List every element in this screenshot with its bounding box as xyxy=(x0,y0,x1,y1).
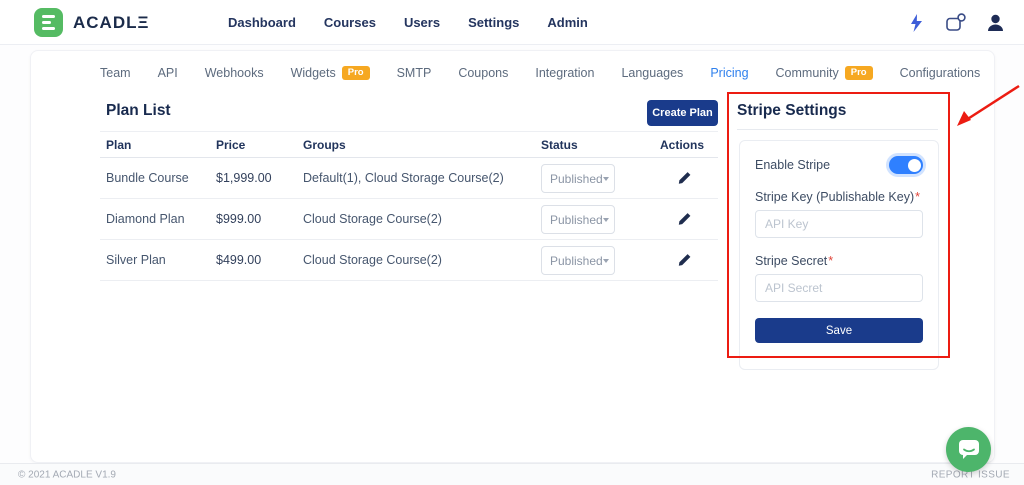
required-marker: * xyxy=(828,254,833,268)
stripe-key-input[interactable] xyxy=(755,210,923,238)
edit-plan-button[interactable] xyxy=(678,213,691,226)
plan-groups: Cloud Storage Course(2) xyxy=(303,253,442,267)
pencil-icon xyxy=(678,254,691,267)
stripe-settings-card: Enable Stripe Stripe Key (Publishable Ke… xyxy=(739,140,939,370)
nav-item-admin[interactable]: Admin xyxy=(547,15,587,30)
status-dropdown[interactable]: Published xyxy=(541,246,615,275)
brand-name: ACADLΞ xyxy=(73,13,149,33)
account-icon[interactable] xyxy=(987,14,1004,32)
brand-logo[interactable]: ACADLΞ xyxy=(34,8,149,37)
enable-stripe-toggle[interactable] xyxy=(889,156,923,174)
stripe-secret-input[interactable] xyxy=(755,274,923,302)
nav-item-users[interactable]: Users xyxy=(404,15,440,30)
col-header-plan: Plan xyxy=(106,138,131,152)
chat-launcher-button[interactable] xyxy=(946,427,991,472)
pro-badge: Pro xyxy=(845,66,873,80)
status-dropdown[interactable]: Published xyxy=(541,164,615,193)
edit-plan-button[interactable] xyxy=(678,172,691,185)
toggle-knob xyxy=(908,159,921,172)
plan-list-title: Plan List xyxy=(106,102,171,120)
notifications-icon[interactable] xyxy=(945,13,966,32)
plan-price: $1,999.00 xyxy=(216,171,272,185)
settings-tabs: Team API Webhooks WidgetsPro SMTP Coupon… xyxy=(100,66,980,80)
tab-languages[interactable]: Languages xyxy=(621,66,683,80)
top-navbar: ACADLΞ Dashboard Courses Users Settings … xyxy=(0,0,1024,45)
tab-api[interactable]: API xyxy=(158,66,178,80)
table-row: Diamond Plan $999.00 Cloud Storage Cours… xyxy=(100,199,718,240)
main-nav: Dashboard Courses Users Settings Admin xyxy=(228,0,588,45)
col-header-actions: Actions xyxy=(660,138,704,152)
tab-community[interactable]: CommunityPro xyxy=(776,66,873,80)
stripe-key-label: Stripe Key (Publishable Key)* xyxy=(755,190,923,204)
brand-logo-icon xyxy=(34,8,63,37)
col-header-groups: Groups xyxy=(303,138,346,152)
tab-pricing[interactable]: Pricing xyxy=(710,66,748,80)
copyright-text: © 2021 ACADLE V1.9 xyxy=(18,469,116,480)
col-header-price: Price xyxy=(216,138,245,152)
plan-groups: Cloud Storage Course(2) xyxy=(303,212,442,226)
chat-icon xyxy=(957,438,981,461)
create-plan-button[interactable]: Create Plan xyxy=(647,100,718,126)
navbar-actions xyxy=(909,0,1004,45)
table-row: Silver Plan $499.00 Cloud Storage Course… xyxy=(100,240,718,281)
divider xyxy=(737,129,938,130)
required-marker: * xyxy=(915,190,920,204)
caret-down-icon xyxy=(603,259,609,263)
nav-item-settings[interactable]: Settings xyxy=(468,15,519,30)
caret-down-icon xyxy=(603,218,609,222)
footer: © 2021 ACADLE V1.9 REPORT ISSUE xyxy=(0,463,1024,485)
stripe-settings-title: Stripe Settings xyxy=(737,102,846,120)
save-button[interactable]: Save xyxy=(755,318,923,343)
edit-plan-button[interactable] xyxy=(678,254,691,267)
tab-configurations[interactable]: Configurations xyxy=(900,66,981,80)
stripe-secret-label: Stripe Secret* xyxy=(755,254,923,268)
tab-team[interactable]: Team xyxy=(100,66,131,80)
pencil-icon xyxy=(678,172,691,185)
plan-table-header: Plan Price Groups Status Actions xyxy=(100,131,718,158)
table-row: Bundle Course $1,999.00 Default(1), Clou… xyxy=(100,158,718,199)
status-dropdown[interactable]: Published xyxy=(541,205,615,234)
plan-name: Diamond Plan xyxy=(106,212,185,226)
pro-badge: Pro xyxy=(342,66,370,80)
caret-down-icon xyxy=(603,177,609,181)
plan-name: Bundle Course xyxy=(106,171,189,185)
tab-widgets[interactable]: WidgetsPro xyxy=(291,66,370,80)
lightning-icon[interactable] xyxy=(909,14,924,32)
page-body: Team API Webhooks WidgetsPro SMTP Coupon… xyxy=(0,45,1024,485)
nav-item-courses[interactable]: Courses xyxy=(324,15,376,30)
plan-groups: Default(1), Cloud Storage Course(2) xyxy=(303,171,504,185)
tab-smtp[interactable]: SMTP xyxy=(397,66,432,80)
enable-stripe-label: Enable Stripe xyxy=(755,158,830,172)
nav-item-dashboard[interactable]: Dashboard xyxy=(228,15,296,30)
tab-webhooks[interactable]: Webhooks xyxy=(205,66,264,80)
tab-integration[interactable]: Integration xyxy=(535,66,594,80)
tab-coupons[interactable]: Coupons xyxy=(458,66,508,80)
plan-price: $499.00 xyxy=(216,253,261,267)
plan-name: Silver Plan xyxy=(106,253,166,267)
plan-price: $999.00 xyxy=(216,212,261,226)
pencil-icon xyxy=(678,213,691,226)
col-header-status: Status xyxy=(541,138,578,152)
